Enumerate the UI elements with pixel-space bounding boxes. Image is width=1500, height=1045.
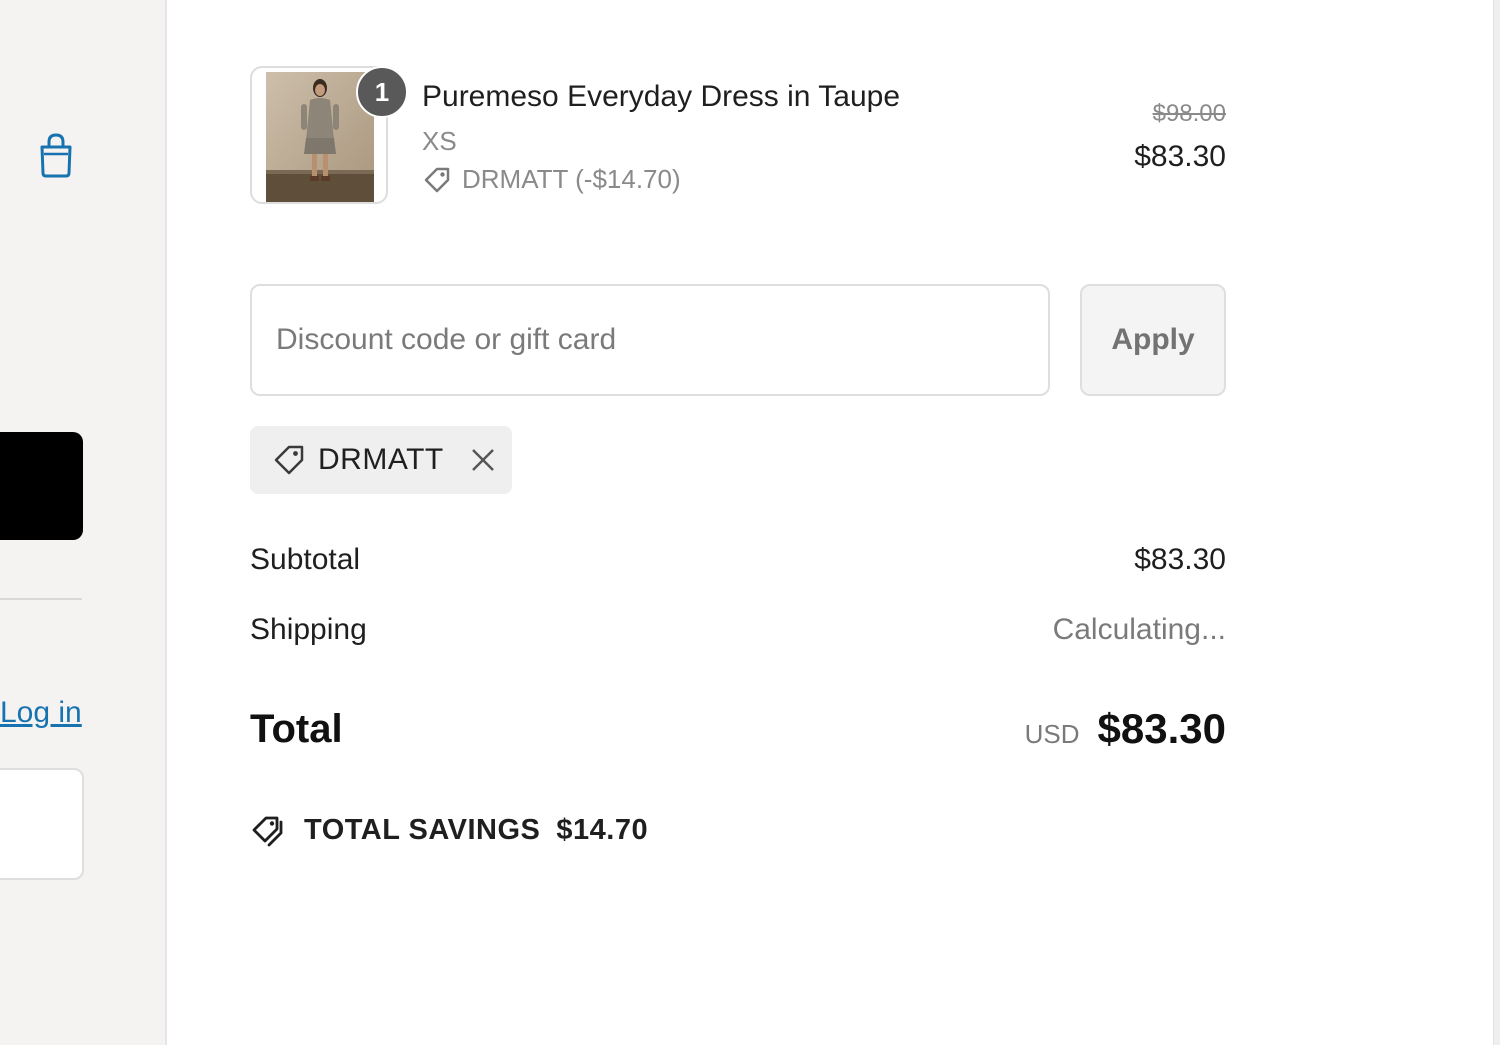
- express-checkout-button[interactable]: [0, 432, 83, 540]
- discount-code-input[interactable]: [250, 284, 1050, 396]
- tag-icon: [272, 443, 306, 477]
- line-item-discount-text: DRMATT (-$14.70): [462, 164, 681, 194]
- order-summary: 1 Puremeso Everyday Dress in Taupe XS DR…: [250, 0, 1226, 1045]
- total-value: $83.30: [1097, 705, 1226, 752]
- product-name: Puremeso Everyday Dress in Taupe: [422, 80, 901, 113]
- savings-tag-icon: [250, 812, 290, 848]
- shopping-bag-icon: [40, 133, 72, 178]
- remove-discount-button[interactable]: [466, 443, 500, 477]
- contact-field[interactable]: [0, 768, 84, 880]
- applied-code-label: DRMATT: [318, 443, 444, 476]
- line-item-discount: DRMATT (-$14.70): [422, 164, 681, 195]
- apply-button[interactable]: Apply: [1080, 284, 1226, 396]
- currency-code: USD: [1024, 719, 1080, 749]
- login-link[interactable]: Log in: [0, 693, 82, 733]
- product-thumbnail: 1: [250, 66, 408, 204]
- line-item: 1 Puremeso Everyday Dress in Taupe XS DR…: [250, 42, 1226, 212]
- subtotal-label: Subtotal: [250, 543, 361, 576]
- shipping-value: Calculating...: [1052, 613, 1226, 646]
- scrollbar[interactable]: [1493, 0, 1500, 1045]
- subtotal-row: Subtotal $83.30: [250, 543, 1226, 577]
- savings-value: $14.70: [556, 813, 649, 846]
- applied-discount-chip: DRMATT: [250, 426, 512, 494]
- cart-button[interactable]: [34, 130, 78, 180]
- savings-label: TOTAL SAVINGS: [304, 813, 541, 846]
- total-savings: TOTAL SAVINGS $14.70: [250, 812, 648, 848]
- shipping-row: Shipping Calculating...: [250, 613, 1226, 647]
- left-panel: Log in: [0, 0, 167, 1045]
- total-row: Total USD $83.30: [250, 705, 1226, 753]
- shipping-label: Shipping: [250, 613, 367, 646]
- close-icon: [471, 449, 494, 471]
- original-price: $98.00: [1152, 100, 1226, 127]
- tag-icon: [422, 165, 452, 195]
- total-amount: USD $83.30: [1025, 705, 1226, 753]
- product-variant: XS: [422, 126, 457, 156]
- subtotal-value: $83.30: [1134, 543, 1226, 576]
- discounted-price: $83.30: [1134, 140, 1226, 173]
- total-label: Total: [250, 706, 343, 751]
- divider: [0, 598, 82, 600]
- quantity-badge: 1: [356, 66, 408, 118]
